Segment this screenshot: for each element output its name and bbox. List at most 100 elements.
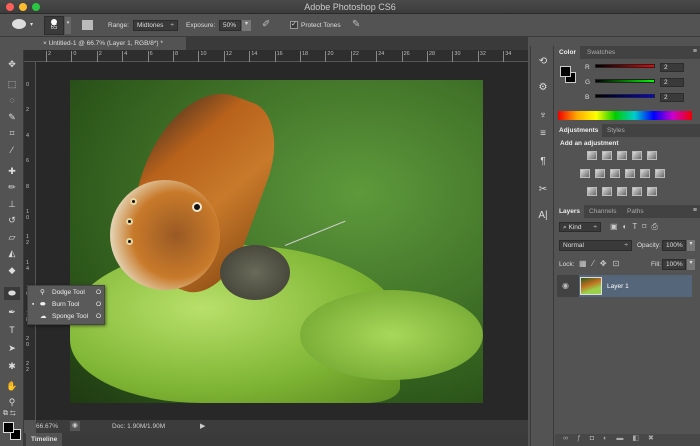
- tool-presets-icon[interactable]: ≡: [535, 128, 551, 142]
- tools-icon[interactable]: ✂: [535, 184, 551, 198]
- range-select[interactable]: Midtones ÷: [133, 20, 178, 31]
- layer-filter-select[interactable]: ⌕ Kind ÷: [559, 222, 601, 232]
- hue-saturation-icon[interactable]: [580, 169, 590, 178]
- tab-channels[interactable]: Channels: [585, 205, 620, 218]
- status-menu-icon[interactable]: ◉: [70, 421, 80, 431]
- posterize-icon[interactable]: [602, 187, 612, 196]
- brush-tool-icon[interactable]: ✏: [4, 181, 20, 194]
- selective-color-icon[interactable]: [632, 187, 642, 196]
- color-balance-icon[interactable]: [595, 169, 605, 178]
- black-white-icon[interactable]: [610, 169, 620, 178]
- exposure-icon[interactable]: [632, 151, 642, 160]
- exposure-slider-button[interactable]: ▾: [242, 20, 251, 31]
- gradient-map-icon[interactable]: [647, 187, 657, 196]
- tab-adjustments[interactable]: Adjustments: [555, 124, 603, 137]
- flyout-item-sponge-tool[interactable]: ☁ Sponge Tool O: [28, 311, 106, 323]
- hand-tool-icon[interactable]: ✋: [4, 380, 20, 393]
- zoom-tool-icon[interactable]: ⚲: [4, 396, 20, 409]
- eyedropper-tool-icon[interactable]: ⁄: [4, 144, 20, 157]
- brush-picker-dropdown[interactable]: ▾: [65, 17, 71, 34]
- lasso-tool-icon[interactable]: ◌: [4, 94, 20, 107]
- butterfly-body: [220, 245, 290, 300]
- burn-tool-icon[interactable]: ⬬: [4, 287, 20, 300]
- quick-selection-tool-icon[interactable]: ✎: [4, 111, 20, 124]
- swap-colors-icon[interactable]: ⧉ ⇆: [3, 410, 16, 418]
- exposure-input[interactable]: 50%: [219, 20, 241, 31]
- shape-tool-icon[interactable]: ✱: [4, 360, 20, 373]
- status-bar: 66.67% ◉ Doc: 1.90M/1.90M ▶: [36, 420, 528, 433]
- airbrush-icon[interactable]: ✐: [262, 19, 270, 30]
- b-slider[interactable]: [595, 94, 655, 98]
- clone-stamp-tool-icon[interactable]: ⊥: [4, 198, 20, 211]
- crop-tool-icon[interactable]: ⌗: [4, 127, 20, 140]
- healing-brush-tool-icon[interactable]: ✚: [4, 165, 20, 178]
- color-lookup-icon[interactable]: [655, 169, 665, 178]
- brush-presets-icon[interactable]: ♆: [535, 110, 551, 124]
- blur-tool-icon[interactable]: ◆: [4, 264, 20, 277]
- channel-mixer-icon[interactable]: [640, 169, 650, 178]
- paragraph-icon[interactable]: ¶: [535, 156, 551, 170]
- type-tool-icon[interactable]: T: [4, 324, 20, 337]
- chevron-down-icon[interactable]: ▾: [30, 21, 33, 28]
- fill-slider-button[interactable]: ▾: [687, 259, 695, 270]
- invert-icon[interactable]: [587, 187, 597, 196]
- b-input[interactable]: 2: [660, 93, 684, 102]
- zoom-level[interactable]: 66.67%: [36, 423, 58, 430]
- layer-row[interactable]: ◉ Layer 1: [557, 275, 692, 297]
- pen-tool-icon[interactable]: ✒: [4, 306, 20, 319]
- layer-filter-icons[interactable]: ▣◐T⌑⎙: [610, 222, 663, 232]
- path-selection-tool-icon[interactable]: ➤: [4, 342, 20, 355]
- properties-icon[interactable]: ⚙: [535, 82, 551, 96]
- wing-eyespot: [126, 218, 133, 225]
- color-spectrum[interactable]: [558, 111, 692, 120]
- blend-mode-select[interactable]: Normal ÷: [559, 240, 632, 251]
- timeline-tab[interactable]: Timeline: [26, 433, 63, 446]
- pressure-size-icon[interactable]: ✎: [352, 19, 360, 30]
- brush-panel-icon[interactable]: [82, 20, 93, 30]
- threshold-icon[interactable]: [617, 187, 627, 196]
- burn-tool-preset-icon[interactable]: [12, 19, 26, 29]
- vibrance-icon[interactable]: [647, 151, 657, 160]
- g-slider[interactable]: [595, 79, 655, 83]
- lock-label: Lock:: [559, 261, 575, 268]
- eraser-tool-icon[interactable]: ▱: [4, 231, 20, 244]
- layer-name[interactable]: Layer 1: [607, 283, 629, 290]
- r-input[interactable]: 2: [660, 63, 684, 72]
- tab-swatches[interactable]: Swatches: [583, 46, 619, 59]
- protect-tones-checkbox[interactable]: ✓: [290, 21, 298, 29]
- visibility-eye-icon[interactable]: ◉: [562, 281, 569, 290]
- photo-filter-icon[interactable]: [625, 169, 635, 178]
- opacity-input[interactable]: 100%: [662, 240, 686, 251]
- status-arrow-icon[interactable]: ▶: [200, 422, 205, 430]
- history-icon[interactable]: ⟲: [535, 56, 551, 70]
- curves-icon[interactable]: [617, 151, 627, 160]
- tab-styles[interactable]: Styles: [603, 124, 629, 137]
- panel-menu-icon[interactable]: ≡: [693, 48, 697, 55]
- paint-bucket-tool-icon[interactable]: ◭: [4, 247, 20, 260]
- ruler-tick-label: 22: [26, 361, 30, 374]
- flyout-item-burn-tool[interactable]: ▪ ⬬ Burn Tool O: [28, 299, 106, 311]
- tab-paths[interactable]: Paths: [623, 205, 648, 218]
- foreground-color-swatch[interactable]: [560, 66, 571, 77]
- levels-icon[interactable]: [602, 151, 612, 160]
- opacity-slider-button[interactable]: ▾: [687, 240, 695, 251]
- panel-menu-icon[interactable]: ≡: [693, 207, 697, 214]
- r-slider[interactable]: [595, 64, 655, 68]
- character-icon[interactable]: A|: [535, 210, 551, 224]
- brush-picker[interactable]: 65: [44, 16, 64, 35]
- tab-color[interactable]: Color: [555, 46, 580, 59]
- fill-input[interactable]: 100%: [662, 259, 686, 270]
- move-tool-icon[interactable]: ✥: [4, 58, 20, 71]
- document-tab[interactable]: × Untitled-1 @ 66.7% (Layer 1, RGB/8*) *: [38, 37, 186, 50]
- history-brush-tool-icon[interactable]: ↺: [4, 214, 20, 227]
- g-input[interactable]: 2: [660, 78, 684, 87]
- tab-layers[interactable]: Layers: [555, 205, 584, 218]
- lock-icons[interactable]: ▦⁄✥⊡: [579, 259, 625, 268]
- flyout-item-dodge-tool[interactable]: ⚲ Dodge Tool O: [28, 287, 106, 299]
- foreground-color-swatch[interactable]: [3, 422, 14, 433]
- layers-footer-buttons[interactable]: ∞ƒ◘◐▬◧✖: [555, 434, 700, 446]
- marquee-tool-icon[interactable]: ⬚: [4, 78, 20, 91]
- document-size: Doc: 1.90M/1.90M: [112, 423, 166, 430]
- brightness-contrast-icon[interactable]: [587, 151, 597, 160]
- butterfly-photo[interactable]: [70, 80, 483, 403]
